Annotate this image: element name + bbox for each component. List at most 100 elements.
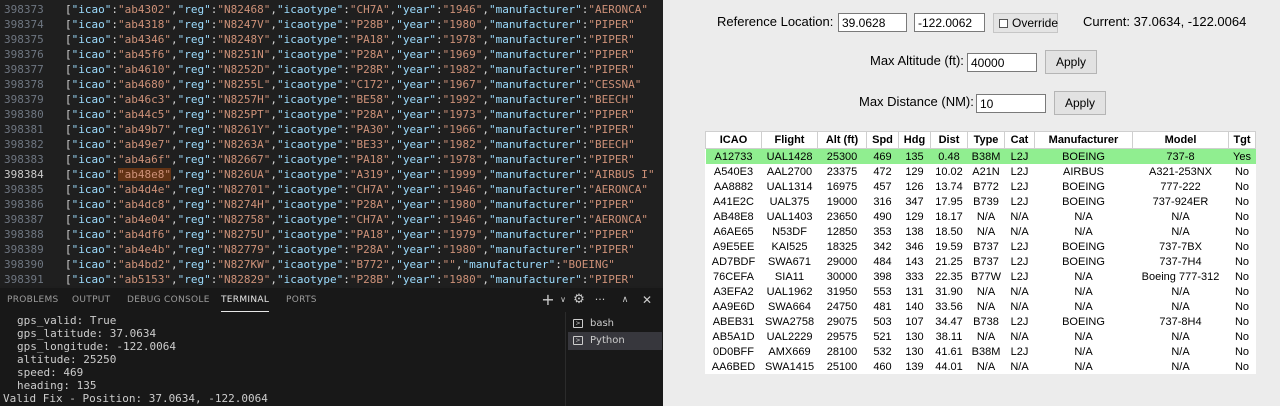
code-line[interactable]: 398388 ["icao":"ab4df6","reg":"N8275U","i… (0, 227, 663, 242)
code-line[interactable]: 398373 ["icao":"ab4302","reg":"N82468","i… (0, 2, 663, 17)
code-line[interactable]: 398384 ["icao":"ab48e8","reg":"N826UA","i… (0, 167, 663, 182)
table-row[interactable]: A540E3 AAL2700 23375 472 129 10.02 A21N L2J AIRB… (706, 164, 1256, 179)
column-header-flight[interactable]: Flight (761, 131, 818, 149)
table-cell: N/A (1074, 210, 1093, 223)
line-number: 398382 (4, 138, 44, 151)
code-line[interactable]: 398387 ["icao":"ab4e04","reg":"N82758","i… (0, 212, 663, 227)
column-header-category[interactable]: Cat (1004, 131, 1035, 149)
line-number: 398386 (4, 198, 44, 211)
table-cell: 17.95 (935, 195, 963, 208)
apply-distance-button[interactable]: Apply (1054, 91, 1106, 115)
max-distance-input[interactable] (976, 94, 1046, 113)
terminal-session-python[interactable]: > Python (568, 332, 662, 350)
terminal-line: altitude: 25250 (17, 353, 117, 366)
table-cell: N/A (976, 210, 996, 223)
more-actions-icon[interactable]: ··· (592, 292, 608, 308)
code-line[interactable]: 398380 ["icao":"ab44c5","reg":"N825PT","i… (0, 107, 663, 122)
code-line[interactable]: 398379 ["icao":"ab46c3","reg":"N8257H","i… (0, 92, 663, 107)
table-row[interactable]: 0D0BFF AMX669 28100 532 130 41.61 B38M L2J N/A N/… (706, 344, 1256, 359)
gear-icon[interactable]: ⚙ (571, 292, 587, 308)
table-cell: N/A (1171, 300, 1190, 313)
code-text: ["icao":"ab4318","reg":"N8247V","icaotyp… (65, 18, 635, 31)
column-header-icao[interactable]: ICAO (705, 131, 762, 149)
code-line[interactable]: 398383 ["icao":"ab4a6f","reg":"N82667","i… (0, 152, 663, 167)
terminal-output[interactable]: gps_valid: True gps_latitude: 37.0634 gps_… (0, 312, 565, 406)
tab-problems[interactable]: PROBLEMS (7, 288, 59, 312)
table-row[interactable]: A6AE65 N53DF 12850 353 138 18.50 N/A N/A N/A N/A N… (706, 224, 1256, 239)
table-cell: No (1234, 165, 1250, 178)
table-row[interactable]: A9E5EE KAI525 18325 342 346 19.59 B737 L2J BOEIN… (706, 239, 1256, 254)
table-row[interactable]: 76CEFA SIA11 30000 398 333 22.35 B77W L2J N/A Boe… (706, 269, 1256, 284)
code-line[interactable]: 398377 ["icao":"ab4610","reg":"N8252D","i… (0, 62, 663, 77)
table-cell: N/A (1010, 300, 1029, 313)
table-row[interactable]: A12733 UAL1428 25300 469 135 0.48 B38M L2J BOEIN… (705, 148, 1256, 164)
table-row[interactable]: AA8882 UAL1314 16975 457 126 13.74 B772 L2J BOEI… (706, 179, 1256, 194)
table-cell: UAL2229 (766, 330, 813, 343)
tab-terminal[interactable]: TERMINAL (221, 288, 270, 312)
table-cell: AB48E8 (713, 210, 754, 223)
table-cell: 346 (905, 240, 924, 253)
code-text: ["icao":"ab4610","reg":"N8252D","icaotyp… (65, 63, 635, 76)
max-altitude-input[interactable] (967, 53, 1037, 72)
new-terminal-plus-icon[interactable]: + (540, 292, 556, 308)
table-row[interactable]: A41E2C UAL375 19000 316 347 17.95 B739 L2J BOEIN… (706, 194, 1256, 209)
table-row[interactable]: AA6BED SWA1415 25100 460 139 44.01 N/A N/A N/A N/… (706, 359, 1256, 374)
code-line[interactable]: 398389 ["icao":"ab4e4b","reg":"N82779","i… (0, 242, 663, 257)
table-row[interactable]: AA9E6D SWA664 24750 481 140 33.56 N/A N/A N/A N/A… (706, 299, 1256, 314)
column-header-model[interactable]: Model (1132, 131, 1229, 149)
column-header-distance[interactable]: Dist (930, 131, 968, 149)
table-cell: 140 (905, 300, 924, 313)
table-cell: 553 (873, 285, 892, 298)
apply-altitude-button[interactable]: Apply (1045, 50, 1097, 74)
column-header-heading[interactable]: Hdg (898, 131, 931, 149)
table-cell: 29000 (826, 255, 858, 268)
table-row[interactable]: A3EFA2 UAL1962 31950 553 131 31.90 N/A N/A N/A N/… (706, 284, 1256, 299)
table-cell: 126 (905, 180, 924, 193)
table-cell: 398 (873, 270, 892, 283)
table-row[interactable]: AB48E8 UAL1403 23650 490 129 18.17 N/A N/A N/A N/… (706, 209, 1256, 224)
terminal-session-bash[interactable]: > bash (568, 315, 662, 333)
code-editor[interactable]: 398373 ["icao":"ab4302","reg":"N82468","i… (0, 0, 663, 286)
tab-ports[interactable]: PORTS (286, 288, 317, 312)
table-cell: 21.25 (935, 255, 963, 268)
column-header-altitude[interactable]: Alt (ft) (817, 131, 867, 149)
chevron-up-icon[interactable]: ∧ (617, 292, 633, 308)
code-text: ["icao":"ab4a6f","reg":"N82667","icaotyp… (65, 153, 635, 166)
code-line[interactable]: 398374 ["icao":"ab4318","reg":"N8247V","i… (0, 17, 663, 32)
table-cell: Yes (1228, 148, 1256, 164)
table-row[interactable]: AD7BDF SWA671 29000 484 143 21.25 B737 L2J BOEIN… (706, 254, 1256, 269)
tab-debug-console[interactable]: DEBUG CONSOLE (127, 288, 210, 312)
column-header-target[interactable]: Tgt (1228, 131, 1256, 149)
code-line[interactable]: 398376 ["icao":"ab45f6","reg":"N8251N","i… (0, 47, 663, 62)
code-line[interactable]: 398381 ["icao":"ab49b7","reg":"N8261Y","i… (0, 122, 663, 137)
code-line[interactable]: 398391 ["icao":"ab5153","reg":"N82829","i… (0, 272, 663, 286)
line-number: 398373 (4, 3, 44, 16)
table-row[interactable]: AB5A1D UAL2229 29575 521 130 38.11 N/A N/A N/A N/… (706, 329, 1256, 344)
column-header-manufacturer[interactable]: Manufacturer (1034, 131, 1133, 149)
table-cell: No (1234, 225, 1250, 238)
code-line[interactable]: 398378 ["icao":"ab4680","reg":"N8255L","i… (0, 77, 663, 92)
table-cell: No (1234, 240, 1250, 253)
tab-output[interactable]: OUTPUT (72, 288, 110, 312)
table-cell: 13.74 (935, 180, 963, 193)
reference-longitude-input[interactable] (914, 13, 985, 32)
reference-latitude-input[interactable] (838, 13, 907, 32)
close-icon[interactable]: ✕ (639, 292, 655, 308)
terminal-line: heading: 135 (17, 379, 97, 392)
max-altitude-label: Max Altitude (ft): (870, 53, 964, 68)
table-cell: 44.01 (935, 360, 963, 373)
column-header-speed[interactable]: Spd (866, 131, 899, 149)
code-line[interactable]: 398385 ["icao":"ab4d4e","reg":"N82701","i… (0, 182, 663, 197)
code-line[interactable]: 398386 ["icao":"ab4dc8","reg":"N8274H","i… (0, 197, 663, 212)
code-line[interactable]: 398390 ["icao":"ab4bd2","reg":"N827KW","i… (0, 257, 663, 272)
table-cell: BOEING (1062, 240, 1105, 253)
table-cell: A540E3 (713, 165, 754, 178)
panel-tab-bar: PROBLEMS OUTPUT DEBUG CONSOLE TERMINAL P… (0, 288, 663, 312)
table-cell: No (1234, 330, 1250, 343)
column-header-type[interactable]: Type (967, 131, 1005, 149)
code-line[interactable]: 398382 ["icao":"ab49e7","reg":"N8263A","i… (0, 137, 663, 152)
chevron-down-icon[interactable]: ∨ (555, 292, 571, 308)
table-row[interactable]: ABEB31 SWA2758 29075 503 107 34.47 B738 L2J BOEI… (706, 314, 1256, 329)
override-checkbox[interactable]: Override (993, 13, 1058, 33)
code-line[interactable]: 398375 ["icao":"ab4346","reg":"N8248Y","i… (0, 32, 663, 47)
